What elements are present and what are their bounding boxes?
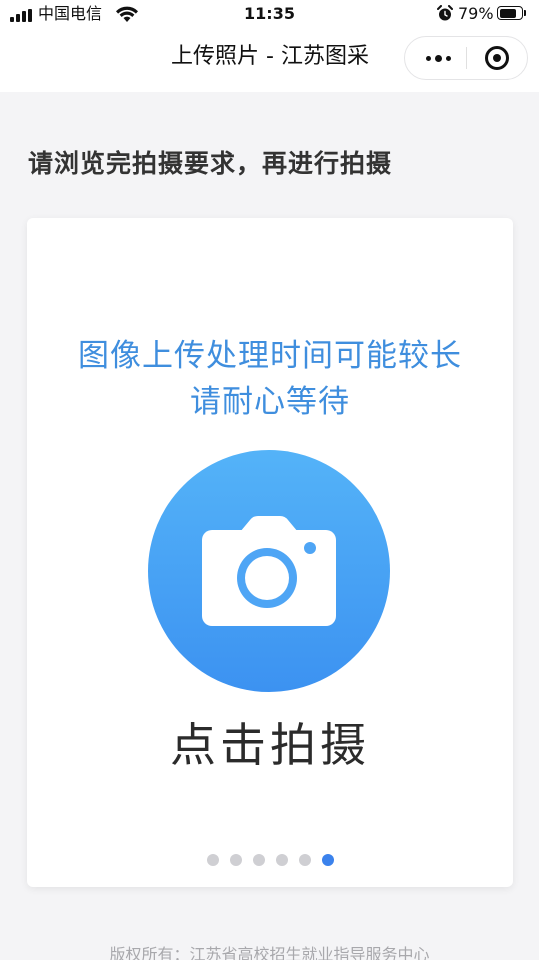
pager-dot[interactable] xyxy=(275,854,288,866)
take-photo-button[interactable] xyxy=(148,450,390,692)
pager-dot[interactable] xyxy=(206,854,219,866)
page-title: 上传照片 - 江苏图采 xyxy=(171,44,369,69)
capsule-divider xyxy=(466,47,467,69)
capture-card: 图像上传处理时间可能较长 请耐心等待 点击拍摄 xyxy=(27,218,513,887)
mini-program-capsule xyxy=(404,36,528,80)
top-bar: 中国电信 11:35 79% 上传照片 - 江苏图采 xyxy=(0,0,539,92)
upload-notice-line2: 请耐心等待 xyxy=(190,384,350,420)
alarm-icon xyxy=(437,5,453,21)
mini-program-close-icon[interactable] xyxy=(485,46,509,70)
camera-icon xyxy=(202,516,336,626)
battery-tip xyxy=(524,10,526,16)
page: 中国电信 11:35 79% 上传照片 - 江苏图采 请浏览完拍摄要求，再进行拍… xyxy=(0,0,539,960)
battery-fill xyxy=(499,8,516,18)
battery-percentage: 79% xyxy=(458,4,494,23)
instruction-heading: 请浏览完拍摄要求，再进行拍摄 xyxy=(28,149,393,178)
pager-dot[interactable] xyxy=(298,854,311,866)
upload-notice-line1: 图像上传处理时间可能较长 xyxy=(78,338,462,374)
pager-dot[interactable] xyxy=(321,854,334,866)
status-bar: 中国电信 11:35 79% xyxy=(0,0,539,30)
pager-dot[interactable] xyxy=(229,854,242,866)
copyright-footer: 版权所有：江苏省高校招生就业指导服务中心 xyxy=(109,945,430,960)
carousel-pager xyxy=(27,854,513,866)
more-dots-icon[interactable] xyxy=(421,37,455,79)
battery-icon xyxy=(497,6,523,20)
pager-dot[interactable] xyxy=(252,854,265,866)
take-photo-label[interactable]: 点击拍摄 xyxy=(27,716,513,774)
